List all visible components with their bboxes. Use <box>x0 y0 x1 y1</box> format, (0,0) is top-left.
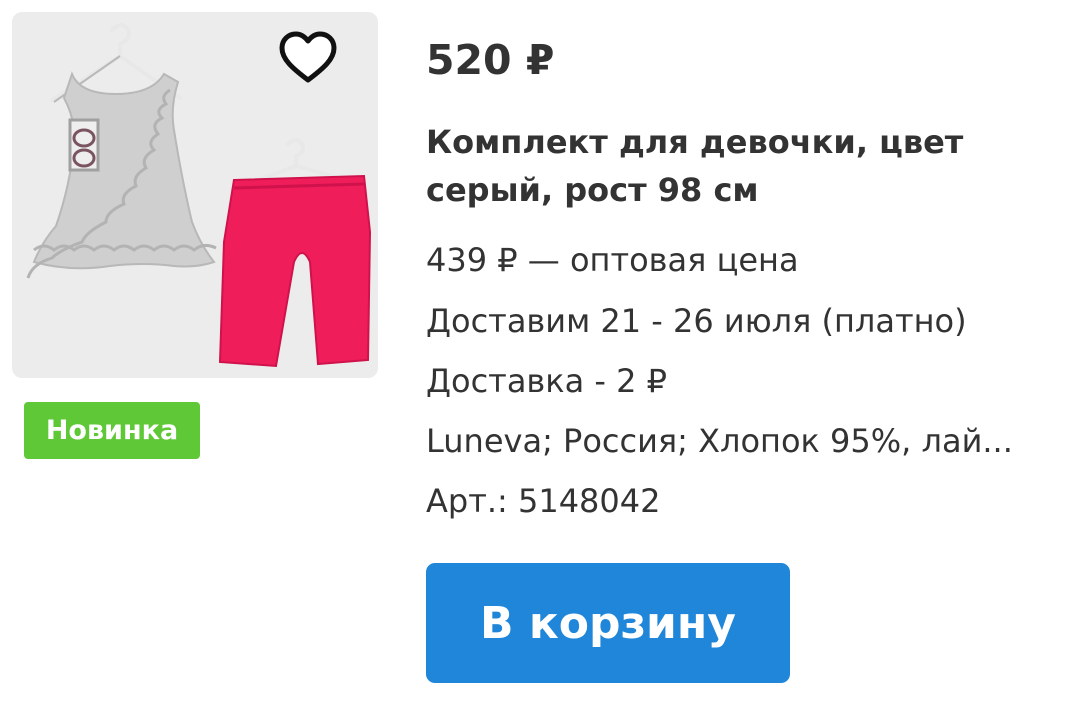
product-card[interactable]: Новинка 520 ₽ Комплект для девочки, цвет… <box>0 0 1080 721</box>
heart-outline-icon[interactable] <box>278 30 338 86</box>
wholesale-price: 439 ₽ — оптовая цена <box>426 241 799 279</box>
product-article: Арт.: 5148042 <box>426 482 661 520</box>
product-title[interactable]: Комплект для девочки, цвет серый, рост 9… <box>426 118 1026 214</box>
tunic-shape <box>32 71 216 270</box>
tunic-print <box>68 118 100 172</box>
leggings-shape <box>218 174 372 368</box>
delivery-dates: Доставим 21 - 26 июля (платно) <box>426 302 967 340</box>
add-to-cart-button[interactable]: В корзину <box>426 563 790 683</box>
delivery-cost: Доставка - 2 ₽ <box>426 362 667 400</box>
favorite-button[interactable] <box>278 30 338 86</box>
new-badge: Новинка <box>24 402 200 459</box>
product-price: 520 ₽ <box>426 36 555 84</box>
product-attributes: Luneva; Россия; Хлопок 95%, лай... <box>426 422 1013 460</box>
